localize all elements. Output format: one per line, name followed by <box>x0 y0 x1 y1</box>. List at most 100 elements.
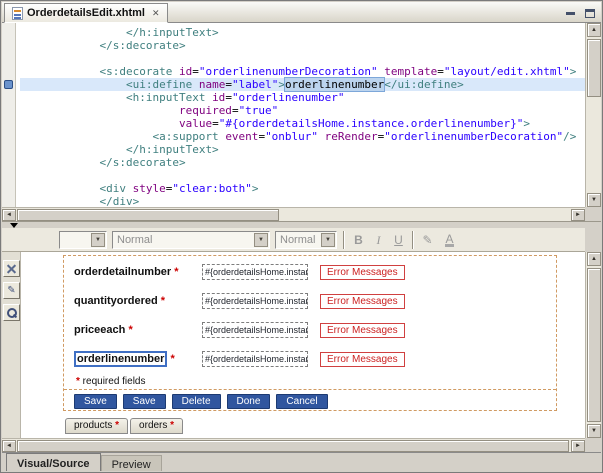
form-field-row[interactable]: orderlinenumber * #{orderdetailsHome.ins… <box>74 349 548 369</box>
bold-button[interactable]: B <box>349 231 368 249</box>
paragraph-format-value: Normal <box>117 234 152 246</box>
field-label[interactable]: orderdetailnumber * <box>74 266 202 278</box>
field-label[interactable]: orderlinenumber * <box>74 351 202 367</box>
italic-button[interactable]: I <box>369 231 388 249</box>
preferences-tool-button[interactable] <box>3 260 20 277</box>
code-line[interactable]: <s:decorate id="orderlinenumberDecoratio… <box>20 65 585 78</box>
field-label[interactable]: quantityordered * <box>74 295 202 307</box>
style-class-dropdown[interactable]: ▼ <box>59 231 107 249</box>
code-line[interactable]: </div> <box>20 195 585 207</box>
actions-divider <box>64 389 556 390</box>
code-line[interactable]: </s:decorate> <box>20 156 585 169</box>
source-horizontal-scrollbar[interactable]: ◄ ► <box>2 207 585 221</box>
editor-tab-bar: OrderdetailsEdit.xhtml ✕ <box>2 2 601 23</box>
form-field-row[interactable]: priceeach * #{orderdetailsHome.instan Er… <box>74 320 548 340</box>
save-button[interactable]: Save <box>123 394 166 409</box>
minimize-view-button[interactable] <box>563 6 578 20</box>
error-messages-box[interactable]: Error Messages <box>320 294 405 309</box>
save-button[interactable]: Save <box>74 394 117 409</box>
scroll-right-icon[interactable]: ► <box>571 209 585 221</box>
cancel-button[interactable]: Cancel <box>276 394 327 409</box>
field-input[interactable]: #{orderdetailsHome.instan <box>202 351 308 367</box>
maximize-view-button[interactable] <box>582 6 597 20</box>
designer-toolbar: ▼ Normal ▼ Normal ▼ B I U ✎ A <box>2 228 585 252</box>
tab-products[interactable]: products * <box>65 418 128 434</box>
error-messages-box[interactable]: Error Messages <box>320 323 405 338</box>
paragraph-format-dropdown[interactable]: Normal ▼ <box>112 231 270 249</box>
scroll-down-icon[interactable]: ▼ <box>587 424 601 438</box>
toolbar-separator <box>343 231 345 249</box>
form-field-row[interactable]: orderdetailnumber * #{orderdetailsHome.i… <box>74 262 548 282</box>
editor-tab-orderdetailsedit[interactable]: OrderdetailsEdit.xhtml ✕ <box>4 3 168 23</box>
annotation-ruler[interactable] <box>2 23 16 207</box>
field-input[interactable]: #{orderdetailsHome.instan <box>202 322 308 338</box>
font-color-button[interactable]: A <box>440 231 459 249</box>
code-line[interactable] <box>20 52 585 65</box>
chevron-down-icon[interactable]: ▼ <box>321 233 335 247</box>
required-asterisk: * <box>128 324 132 336</box>
done-button[interactable]: Done <box>227 394 271 409</box>
source-vscroll-thumb[interactable] <box>587 39 601 97</box>
form-field-row[interactable]: quantityordered * #{orderdetailsHome.ins… <box>74 291 548 311</box>
close-icon[interactable]: ✕ <box>152 8 160 19</box>
scroll-up-icon[interactable]: ▲ <box>587 252 601 266</box>
code-line[interactable]: required="true" <box>20 104 585 117</box>
scroll-up-icon[interactable]: ▲ <box>587 23 601 37</box>
form-outline[interactable]: orderdetailnumber * #{orderdetailsHome.i… <box>63 255 557 411</box>
inspect-tool-button[interactable] <box>3 304 20 321</box>
scroll-left-icon[interactable]: ◄ <box>2 209 16 221</box>
delete-button[interactable]: Delete <box>172 394 221 409</box>
field-label-text: quantityordered <box>74 295 158 307</box>
scrollbar-corner <box>585 207 601 221</box>
tools-icon <box>6 263 17 274</box>
scroll-left-icon[interactable]: ◄ <box>2 440 16 452</box>
form-buttons: Save Save Delete Done Cancel <box>74 394 328 409</box>
designer-hscroll-thumb[interactable] <box>17 440 569 452</box>
highlight-pen-icon[interactable]: ✎ <box>418 231 437 249</box>
required-asterisk: * <box>174 266 178 278</box>
page-tab-preview[interactable]: Preview <box>101 455 162 471</box>
chevron-down-icon[interactable]: ▼ <box>254 233 268 247</box>
code-line[interactable]: </h:inputText> <box>20 143 585 156</box>
font-color-letter: A <box>445 234 453 247</box>
form-rows: orderdetailnumber * #{orderdetailsHome.i… <box>74 262 548 378</box>
code-line[interactable]: <div style="clear:both"> <box>20 182 585 195</box>
code-line[interactable]: </s:decorate> <box>20 39 585 52</box>
code-line[interactable]: <h:inputText id="orderlinenumber" <box>20 91 585 104</box>
view-actions <box>563 6 597 20</box>
designer-canvas[interactable]: orderdetailnumber * #{orderdetailsHome.i… <box>21 252 585 438</box>
maximize-icon <box>585 9 595 18</box>
font-size-value: Normal <box>280 234 315 246</box>
underline-button[interactable]: U <box>389 231 408 249</box>
designer-vertical-scrollbar[interactable]: ▲ ▼ <box>585 252 601 438</box>
scroll-right-icon[interactable]: ► <box>571 440 585 452</box>
code-line[interactable]: <ui:define name="label">orderlinenumber<… <box>20 78 585 91</box>
source-hscroll-thumb[interactable] <box>17 209 279 221</box>
split-sash[interactable] <box>2 221 601 228</box>
font-size-dropdown[interactable]: Normal ▼ <box>275 231 337 249</box>
page-tab-visual-source[interactable]: Visual/Source <box>6 453 101 471</box>
designer-vscroll-thumb[interactable] <box>587 268 601 422</box>
minimize-icon <box>566 12 575 15</box>
code-line[interactable]: value="#{orderdetailsHome.instance.order… <box>20 117 585 130</box>
source-vertical-scrollbar[interactable]: ▲ ▼ <box>585 23 601 207</box>
code-line[interactable]: <a:support event="onblur" reRender="orde… <box>20 130 585 143</box>
error-messages-box[interactable]: Error Messages <box>320 265 405 280</box>
code-area[interactable]: </h:inputText> </s:decorate> <s:decorate… <box>17 23 585 207</box>
toolbar-separator <box>412 231 414 249</box>
code-line[interactable] <box>20 169 585 182</box>
field-input[interactable]: #{orderdetailsHome.instan <box>202 264 308 280</box>
designer-horizontal-scrollbar[interactable]: ◄ ► <box>2 438 585 452</box>
magnifier-icon <box>6 307 17 318</box>
edit-tool-button[interactable]: ✎ <box>3 282 20 299</box>
field-label[interactable]: priceeach * <box>74 324 202 336</box>
scroll-down-icon[interactable]: ▼ <box>587 193 601 207</box>
field-input[interactable]: #{orderdetailsHome.instan <box>202 293 308 309</box>
error-messages-box[interactable]: Error Messages <box>320 352 405 367</box>
chevron-down-icon[interactable]: ▼ <box>91 233 105 247</box>
tab-orders[interactable]: orders * <box>130 418 183 434</box>
line-marker-icon[interactable] <box>4 80 13 89</box>
page-tab-bar: Visual/SourcePreview <box>2 452 601 471</box>
editor-window: OrderdetailsEdit.xhtml ✕ </h:inputText> … <box>0 0 603 473</box>
code-line[interactable]: </h:inputText> <box>20 26 585 39</box>
